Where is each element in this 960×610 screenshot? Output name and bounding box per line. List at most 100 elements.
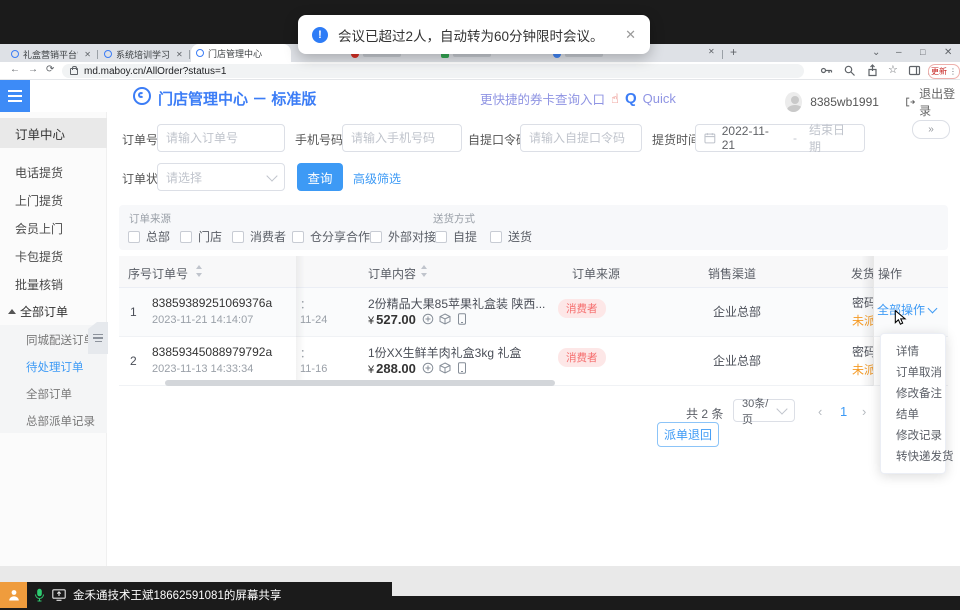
sidebar-item-all-orders[interactable]: 全部订单 <box>0 380 107 407</box>
sidebar-item-batch-verify[interactable]: 批量核销 <box>0 270 107 298</box>
share-icon[interactable] <box>866 64 879 77</box>
filter-collapse-button[interactable]: » <box>912 120 950 139</box>
site-favicon <box>11 50 19 58</box>
page-title: 门店管理中心 － 标准版 <box>158 88 316 109</box>
checkbox-delivery-send[interactable]: 送货 <box>490 228 532 245</box>
zoom-icon[interactable] <box>843 64 856 77</box>
checkbox-icon <box>292 231 304 243</box>
horizontal-scrollbar-thumb[interactable] <box>165 380 555 386</box>
col-channel: 销售渠道 <box>708 265 756 282</box>
phone-input[interactable] <box>342 124 462 152</box>
sidebar-item-phone-pickup[interactable]: 电话提货 <box>0 158 107 186</box>
window-close-icon[interactable]: ✕ <box>944 47 952 58</box>
chrome-update-button[interactable]: 更新 ⋮ <box>928 64 960 79</box>
logout-button[interactable]: 退出登录 <box>905 85 960 119</box>
tab-label: 礼盒营销平台管理中心 <box>23 48 78 61</box>
sidebar-collapse-handle[interactable] <box>88 322 108 354</box>
fixed-left-column-shadow <box>296 256 305 386</box>
last-tab-close-icon[interactable]: ✕ <box>708 47 715 56</box>
source-badge: 消费者 <box>558 348 606 367</box>
date-range-picker[interactable]: 2022-11-21 - 结束日期 <box>695 124 865 152</box>
tab-close-icon[interactable]: ✕ <box>84 50 91 59</box>
table-row[interactable]: 2 83859345088979792a 2023-11-13 14:33:34… <box>119 337 948 386</box>
pickup-time-label: 提货时间 <box>652 131 700 148</box>
row-content: 2份精品大果85苹果礼盒装 陕西... <box>368 295 545 312</box>
checkbox-source-external[interactable]: 外部对接 <box>370 228 436 245</box>
toast-close-icon[interactable]: ✕ <box>625 27 636 43</box>
logout-icon <box>905 96 915 108</box>
sidebar-section-order-center: 订单中心 <box>0 118 107 148</box>
new-tab-button[interactable]: + <box>730 45 737 59</box>
window-minimize-icon[interactable]: – <box>896 47 902 58</box>
menu-item-edit-history[interactable]: 修改记录 <box>881 427 945 443</box>
checkbox-source-consumer[interactable]: 消费者 <box>232 228 286 245</box>
lock-icon <box>70 68 78 75</box>
browser-tab-2[interactable]: 系统培训学习 ✕ <box>99 46 188 62</box>
menu-item-cancel-order[interactable]: 订单取消 <box>881 364 945 380</box>
sidebar-item-door-pickup[interactable]: 上门提货 <box>0 186 107 214</box>
order-no-input[interactable] <box>157 124 285 152</box>
row-price: ¥288.00 <box>368 361 468 376</box>
update-label: 更新 <box>931 66 947 77</box>
tab-search-chevron-icon[interactable]: ⌄ <box>872 47 880 58</box>
username: 8385wb1991 <box>810 95 879 109</box>
chevron-down-icon <box>266 170 277 181</box>
checkbox-source-hq[interactable]: 总部 <box>128 228 170 245</box>
meeting-toast: 会议已超过2人，自动转为60分钟限时会议。 ✕ <box>298 15 650 54</box>
coupon-query-entry-link[interactable]: 更快捷的券卡查询入口 ☝ Q Quick <box>480 89 676 108</box>
side-panel-icon[interactable] <box>908 64 921 77</box>
menu-item-express-ship[interactable]: 转快递发货 <box>881 448 945 464</box>
dispatch-return-button[interactable]: 派单退回 <box>657 422 719 447</box>
window-maximize-icon[interactable]: □ <box>920 47 925 57</box>
sidebar: 订单中心 电话提货 上门提货 会员上门 卡包提货 批量核销 全部订单 同城配送订… <box>0 112 107 566</box>
reload-icon[interactable]: ⟳ <box>46 64 54 75</box>
tab-separator <box>97 50 98 59</box>
search-button[interactable]: 查询 <box>297 163 343 191</box>
tab-close-icon[interactable]: ✕ <box>176 50 183 59</box>
checkbox-icon <box>232 231 244 243</box>
browser-tab-1[interactable]: 礼盒营销平台管理中心 ✕ <box>6 46 96 62</box>
password-key-icon[interactable] <box>820 64 833 77</box>
address-bar[interactable]: md.maboy.cn/AllOrder?status=1 <box>62 64 804 78</box>
sidebar-item-hq-dispatch-records[interactable]: 总部派单记录 <box>0 407 107 434</box>
info-icon <box>312 27 328 43</box>
menu-item-close-order[interactable]: 结单 <box>881 406 945 422</box>
avatar[interactable] <box>785 92 802 112</box>
hamburger-menu-icon[interactable] <box>0 80 30 112</box>
mouse-cursor-icon <box>894 310 907 325</box>
checkbox-source-store[interactable]: 门店 <box>180 228 222 245</box>
sidebar-item-member-visit[interactable]: 会员上门 <box>0 214 107 242</box>
col-action: 操作 <box>878 265 902 282</box>
sort-icon[interactable] <box>195 264 203 278</box>
back-icon[interactable]: ← <box>10 64 20 75</box>
pickup-code-input[interactable] <box>520 124 642 152</box>
sort-icon[interactable] <box>420 264 428 278</box>
forward-icon[interactable]: → <box>28 64 38 75</box>
browser-tab-active[interactable]: 门店管理中心 <box>191 44 291 62</box>
sidebar-group-all-orders[interactable]: 全部订单 <box>0 298 107 325</box>
checkbox-source-share[interactable]: 仓分享合作 <box>292 228 370 245</box>
pagination-next[interactable]: › <box>862 404 866 419</box>
row-order-time: 2023-11-13 14:33:34 <box>152 363 253 375</box>
phone-label: 手机号码 <box>295 131 343 148</box>
advanced-filter-link[interactable]: 高级筛选 <box>353 170 401 187</box>
date-end-placeholder: 结束日期 <box>809 121 856 155</box>
sidebar-item-pending-orders[interactable]: 待处理订单 <box>0 353 107 380</box>
kebab-menu-icon[interactable]: ⋮ <box>949 67 957 76</box>
row-order-no: 83859389251069376a <box>152 296 272 310</box>
pagination-page-1[interactable]: 1 <box>840 404 847 419</box>
table-row[interactable]: 1 83859389251069376a 2023-11-21 14:14:07… <box>119 288 948 337</box>
page-size-select[interactable]: 30条/页 <box>733 399 795 422</box>
sidebar-item-card-pickup[interactable]: 卡包提货 <box>0 242 107 270</box>
checkbox-icon <box>435 231 447 243</box>
checkbox-delivery-pickup[interactable]: 自提 <box>435 228 477 245</box>
pagination-prev[interactable]: ‹ <box>818 404 822 419</box>
col-index: 序号 <box>128 265 152 282</box>
bookmark-star-icon[interactable]: ☆ <box>888 64 901 77</box>
order-status-select[interactable]: 请选择 <box>157 163 285 191</box>
row-order-no: 83859345088979792a <box>152 345 272 359</box>
fixed-right-column-shadow <box>861 256 873 386</box>
menu-item-details[interactable]: 详情 <box>881 343 945 359</box>
row-channel: 企业总部 <box>713 352 761 369</box>
menu-item-edit-note[interactable]: 修改备注 <box>881 385 945 401</box>
